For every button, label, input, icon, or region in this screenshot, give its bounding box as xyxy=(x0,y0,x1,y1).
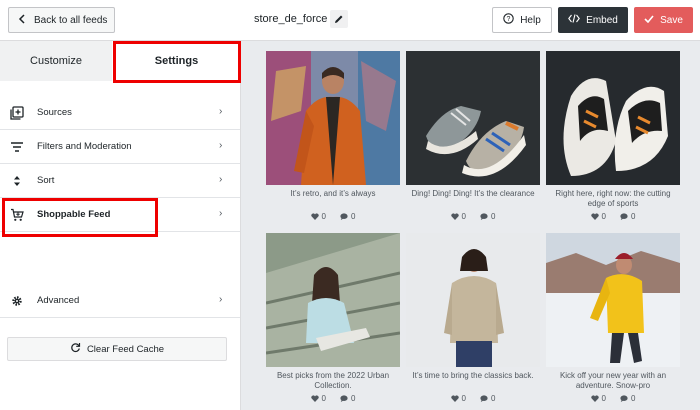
top-toolbar: Back to all feeds store_de_force ? Help … xyxy=(0,0,700,41)
post-stats: 0 0 xyxy=(406,394,540,403)
comment-icon xyxy=(340,213,348,220)
heart-icon xyxy=(450,395,459,402)
checkmark-icon xyxy=(644,14,654,26)
sidebar-item-shoppable-feed[interactable]: Shoppable Feed › xyxy=(0,198,240,232)
comment-icon xyxy=(620,395,628,402)
gear-icon xyxy=(10,294,24,308)
chevron-right-icon: › xyxy=(219,208,223,219)
help-label: Help xyxy=(520,14,541,26)
post-caption: It’s time to bring the classics back. xyxy=(412,371,534,380)
clear-feed-cache-button[interactable]: Clear Feed Cache xyxy=(7,337,227,361)
heart-icon xyxy=(310,395,319,402)
help-icon: ? xyxy=(503,13,514,27)
sidebar-item-sort[interactable]: Sort › xyxy=(0,164,240,198)
embed-label: Embed xyxy=(586,14,618,26)
like-count: 0 xyxy=(601,394,606,403)
post-caption: Kick off your new year with an adventure… xyxy=(559,371,667,390)
comment-icon xyxy=(480,213,488,220)
comment-count: 0 xyxy=(351,212,356,221)
tab-customize[interactable]: Customize xyxy=(0,41,112,81)
post-caption: Best picks from the 2022 Urban Collectio… xyxy=(276,371,390,390)
feed-post[interactable]: It’s time to bring the classics back. 0 … xyxy=(406,233,540,403)
comment-icon xyxy=(620,213,628,220)
edit-name-button[interactable] xyxy=(330,10,348,28)
heart-icon xyxy=(450,213,459,220)
like-count: 0 xyxy=(461,212,466,221)
sidebar: Customize Settings Sources › Filters and… xyxy=(0,41,241,410)
comment-count: 0 xyxy=(351,394,356,403)
comment-count: 0 xyxy=(631,212,636,221)
sidebar-item-label: Sources xyxy=(37,107,72,118)
feed-post[interactable]: Ding! Ding! Ding! It’s the clearance 0 0 xyxy=(406,51,540,221)
filter-icon xyxy=(10,140,24,154)
sidebar-item-label: Shoppable Feed xyxy=(37,209,111,220)
post-caption: Right here, right now: the cutting edge … xyxy=(555,189,671,208)
sidebar-item-sources[interactable]: Sources › xyxy=(0,96,240,130)
back-to-feeds-button[interactable]: Back to all feeds xyxy=(8,7,115,33)
feed-name: store_de_force xyxy=(254,13,328,25)
post-stats: 0 0 xyxy=(546,212,680,221)
chevron-right-icon: › xyxy=(219,140,223,151)
post-image-sneakers[interactable] xyxy=(406,51,540,185)
sidebar-tabs: Customize Settings xyxy=(0,41,241,81)
cart-icon xyxy=(10,208,24,222)
heart-icon xyxy=(310,213,319,220)
clear-cache-label: Clear Feed Cache xyxy=(86,343,165,355)
like-count: 0 xyxy=(321,394,326,403)
feed-post[interactable]: It’s retro, and it’s always 0 0 xyxy=(266,51,400,221)
tab-settings[interactable]: Settings xyxy=(112,41,241,81)
feed-post[interactable]: Kick off your new year with an adventure… xyxy=(546,233,680,403)
like-count: 0 xyxy=(461,394,466,403)
chevron-left-icon xyxy=(18,13,26,27)
sidebar-item-label: Sort xyxy=(37,175,55,186)
sort-icon xyxy=(10,174,24,188)
comment-icon xyxy=(480,395,488,402)
post-stats: 0 0 xyxy=(546,394,680,403)
post-stats: 0 0 xyxy=(266,394,400,403)
back-label: Back to all feeds xyxy=(34,14,108,26)
like-count: 0 xyxy=(321,212,326,221)
post-image-beige-sweater[interactable] xyxy=(406,233,540,367)
feed-post[interactable]: Right here, right now: the cutting edge … xyxy=(546,51,680,221)
sidebar-item-label: Advanced xyxy=(37,295,80,306)
feed-post[interactable]: Best picks from the 2022 Urban Collectio… xyxy=(266,233,400,403)
post-caption: It’s retro, and it’s always xyxy=(290,189,376,198)
refresh-icon xyxy=(70,342,81,356)
post-stats: 0 0 xyxy=(406,212,540,221)
post-stats: 0 0 xyxy=(266,212,400,221)
post-image-chunky-sneakers[interactable] xyxy=(546,51,680,185)
heart-icon xyxy=(590,213,599,220)
chevron-right-icon: › xyxy=(219,174,223,185)
add-box-icon xyxy=(10,106,24,120)
post-caption: Ding! Ding! Ding! It’s the clearance xyxy=(411,189,535,198)
comment-icon xyxy=(340,395,348,402)
comment-count: 0 xyxy=(491,394,496,403)
feed-preview-grid: It’s retro, and it’s always 0 0 Ding! Di… xyxy=(241,41,700,410)
comment-count: 0 xyxy=(631,394,636,403)
post-image-orange-jacket[interactable] xyxy=(266,51,400,185)
save-label: Save xyxy=(660,14,683,26)
comment-count: 0 xyxy=(491,212,496,221)
code-icon xyxy=(568,14,581,26)
embed-button[interactable]: Embed xyxy=(558,7,628,33)
like-count: 0 xyxy=(601,212,606,221)
post-image-stairs-sitting[interactable] xyxy=(266,233,400,367)
svg-text:?: ? xyxy=(507,16,511,23)
chevron-right-icon: › xyxy=(219,106,223,117)
help-button[interactable]: ? Help xyxy=(492,7,552,33)
post-image-snow-yellow-jacket[interactable] xyxy=(546,233,680,367)
sidebar-item-label: Filters and Moderation xyxy=(37,141,132,152)
chevron-right-icon: › xyxy=(219,294,223,305)
sidebar-item-filters[interactable]: Filters and Moderation › xyxy=(0,130,240,164)
heart-icon xyxy=(590,395,599,402)
sidebar-item-advanced[interactable]: Advanced › xyxy=(0,284,240,318)
save-button[interactable]: Save xyxy=(634,7,693,33)
pencil-icon xyxy=(335,15,343,23)
